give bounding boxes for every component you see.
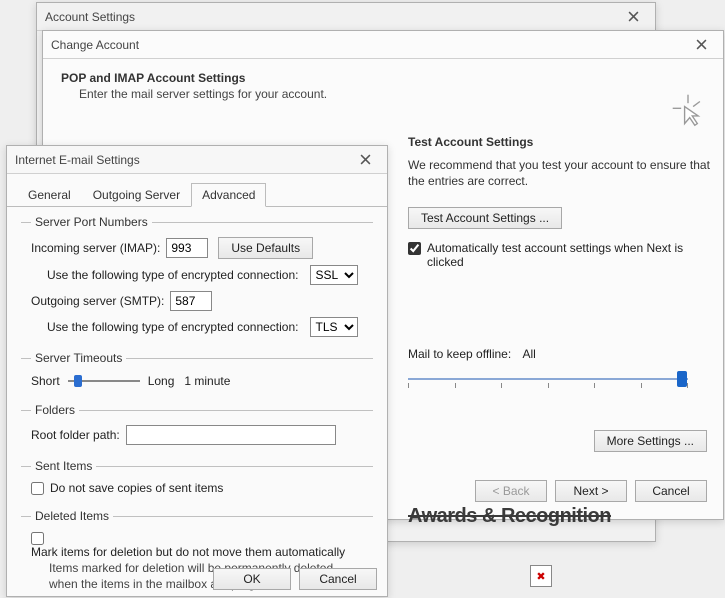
test-account-panel: Test Account Settings We recommend that …	[408, 135, 718, 389]
tab-outgoing-server[interactable]: Outgoing Server	[82, 183, 191, 207]
account-settings-title: Account Settings	[45, 10, 619, 24]
sent-legend: Sent Items	[31, 459, 96, 473]
sent-items-group: Sent Items Do not save copies of sent it…	[21, 459, 373, 503]
close-icon[interactable]	[351, 149, 379, 171]
ie-title: Internet E-mail Settings	[15, 153, 351, 167]
incoming-enc-select[interactable]: SSL	[310, 265, 358, 285]
incoming-port-input[interactable]	[166, 238, 208, 258]
next-button[interactable]: Next >	[555, 480, 627, 502]
deleted-legend: Deleted Items	[31, 509, 113, 523]
ie-cancel-button[interactable]: Cancel	[299, 568, 377, 590]
close-icon[interactable]	[619, 6, 647, 28]
use-defaults-button[interactable]: Use Defaults	[218, 237, 313, 259]
close-icon[interactable]	[687, 34, 715, 56]
outgoing-port-input[interactable]	[170, 291, 212, 311]
account-settings-titlebar[interactable]: Account Settings	[37, 3, 655, 31]
incoming-label: Incoming server (IMAP):	[31, 241, 160, 255]
change-account-titlebar[interactable]: Change Account	[43, 31, 723, 59]
timeout-slider[interactable]	[68, 373, 140, 389]
outgoing-enc-label: Use the following type of encrypted conn…	[47, 320, 298, 334]
ports-legend: Server Port Numbers	[31, 215, 152, 229]
pop-imap-subheading: Enter the mail server settings for your …	[61, 87, 705, 101]
outgoing-label: Outgoing server (SMTP):	[31, 294, 164, 308]
timeout-short-label: Short	[31, 374, 60, 388]
offline-label: Mail to keep offline:	[408, 347, 511, 361]
server-port-numbers-group: Server Port Numbers Incoming server (IMA…	[21, 215, 373, 345]
dont-save-sent-label[interactable]: Do not save copies of sent items	[50, 481, 223, 495]
folders-legend: Folders	[31, 403, 79, 417]
offline-value: All	[523, 347, 536, 361]
server-timeouts-group: Server Timeouts Short Long 1 minute	[21, 351, 373, 397]
change-account-title: Change Account	[51, 38, 687, 52]
mark-delete-label[interactable]: Mark items for deletion but do not move …	[31, 545, 345, 559]
timeout-long-label: Long	[148, 374, 175, 388]
test-heading: Test Account Settings	[408, 135, 718, 149]
more-settings-button[interactable]: More Settings ...	[594, 430, 707, 452]
tab-advanced[interactable]: Advanced	[191, 183, 266, 207]
outgoing-enc-select[interactable]: TLS	[310, 317, 358, 337]
ie-tabstrip: General Outgoing Server Advanced	[7, 174, 387, 207]
change-account-nav: < Back Next > Cancel	[475, 480, 707, 502]
internet-email-settings-window: Internet E-mail Settings General Outgoin…	[6, 145, 388, 597]
broken-image-icon: ✖	[530, 565, 552, 587]
dont-save-sent-checkbox[interactable]	[31, 482, 44, 495]
test-account-button[interactable]: Test Account Settings ...	[408, 207, 562, 229]
incoming-enc-label: Use the following type of encrypted conn…	[47, 268, 298, 282]
tab-general[interactable]: General	[17, 183, 82, 207]
ok-button[interactable]: OK	[213, 568, 291, 590]
test-description: We recommend that you test your account …	[408, 157, 718, 189]
root-folder-label: Root folder path:	[31, 428, 120, 442]
timeouts-legend: Server Timeouts	[31, 351, 126, 365]
offline-slider[interactable]	[408, 369, 688, 389]
mark-delete-checkbox[interactable]	[31, 532, 44, 545]
ie-titlebar[interactable]: Internet E-mail Settings	[7, 146, 387, 174]
folders-group: Folders Root folder path:	[21, 403, 373, 453]
pop-imap-heading: POP and IMAP Account Settings	[61, 71, 705, 85]
auto-test-checkbox[interactable]	[408, 242, 421, 255]
cancel-button[interactable]: Cancel	[635, 480, 707, 502]
timeout-value: 1 minute	[184, 374, 230, 388]
awards-text: Awards & Recognition	[408, 505, 611, 528]
auto-test-label[interactable]: Automatically test account settings when…	[427, 241, 718, 269]
back-button[interactable]: < Back	[475, 480, 547, 502]
ie-dialog-buttons: OK Cancel	[213, 568, 377, 590]
root-folder-input[interactable]	[126, 425, 336, 445]
cursor-icon	[671, 93, 705, 127]
